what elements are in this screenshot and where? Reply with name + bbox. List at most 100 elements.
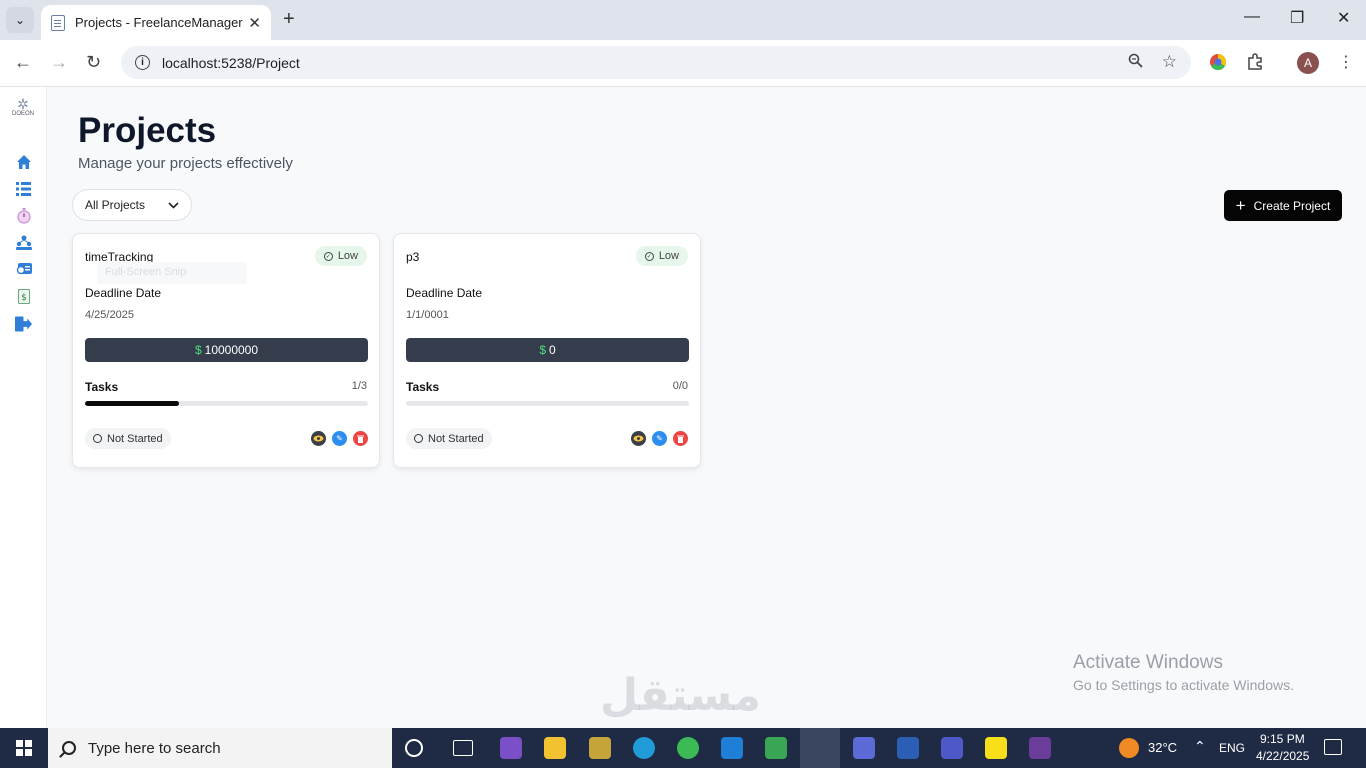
page-subtitle: Manage your projects effectively [78, 155, 293, 172]
teams-icon[interactable] [853, 737, 875, 759]
teams-work-icon[interactable] [941, 737, 963, 759]
chevron-down-icon [168, 198, 179, 212]
logo-star-icon: ✲ [17, 96, 29, 112]
browser-toolbar: ← → ↻ i localhost:5238/Project ☆ ⋮ [0, 40, 1366, 87]
vscode-icon[interactable] [721, 737, 743, 759]
word-icon[interactable] [897, 737, 919, 759]
weather-icon[interactable] [1119, 738, 1139, 758]
main-content: Projects Manage your projects effectivel… [48, 87, 1366, 728]
delete-trash-icon[interactable] [353, 431, 368, 446]
clock-time: 9:15 PM [1260, 732, 1305, 746]
profile-avatar[interactable]: A [1297, 52, 1319, 74]
projects-list-icon[interactable] [15, 180, 32, 197]
close-window-icon[interactable]: ✕ [1337, 8, 1350, 28]
site-info-icon[interactable]: i [135, 55, 150, 70]
url-text: localhost:5238/Project [162, 54, 300, 71]
tasks-label: Tasks [85, 380, 119, 394]
profile-card-icon[interactable] [15, 261, 32, 278]
edit-pencil-icon[interactable]: ✎ [652, 431, 667, 446]
chevron-up-icon[interactable]: ⌃ [1194, 738, 1206, 755]
browser-menu-icon[interactable]: ⋮ [1338, 52, 1354, 72]
address-bar[interactable]: i localhost:5238/Project ☆ [121, 46, 1191, 79]
status-label: Not Started [107, 432, 163, 445]
chrome-profile-icon[interactable] [677, 737, 699, 759]
app-sidebar: ✲ DOEON $ [0, 87, 47, 728]
bookmark-star-icon[interactable]: ☆ [1162, 52, 1177, 72]
priority-badge: ✓ Low [314, 246, 367, 266]
restore-window-icon[interactable]: ❐ [1290, 8, 1304, 28]
project-card[interactable]: timeTracking Full-Screen Snip ✓ Low Dead… [72, 233, 380, 468]
tab-title: Projects - FreelanceManager [75, 15, 243, 30]
temperature-text: 32°C [1148, 740, 1178, 755]
status-label: Not Started [428, 432, 484, 445]
card-actions: ✎ [631, 431, 688, 446]
priority-label: Low [658, 250, 679, 262]
clock-date: 4/22/2025 [1256, 749, 1310, 763]
extension-chrome-icon[interactable] [1209, 53, 1227, 76]
notifications-icon[interactable] [1324, 739, 1342, 755]
status-clock-icon [414, 434, 423, 443]
dollar-icon: $ [194, 343, 202, 357]
home-icon[interactable] [15, 153, 32, 170]
close-tab-icon[interactable]: ✕ [248, 14, 261, 32]
page-favicon-icon [51, 14, 65, 31]
delete-trash-icon[interactable] [673, 431, 688, 446]
deadline-date: 4/25/2025 [85, 309, 134, 321]
edit-pencil-icon[interactable]: ✎ [332, 431, 347, 446]
forward-arrow-icon[interactable]: → [50, 52, 68, 73]
invoice-icon[interactable]: $ [15, 288, 32, 305]
logout-icon[interactable] [15, 315, 32, 332]
tab-search-dropdown[interactable]: ⌄ [6, 7, 34, 33]
new-tab-button[interactable]: + [283, 8, 295, 31]
stopwatch-icon[interactable] [15, 207, 32, 224]
snip-overlay-text: Full-Screen Snip [97, 262, 247, 284]
cortana-icon[interactable] [405, 739, 423, 757]
visual-studio-icon[interactable] [500, 737, 522, 759]
project-filter-select[interactable]: All Projects [72, 189, 192, 221]
windows-start-icon[interactable] [16, 740, 32, 756]
create-project-label: Create Project [1253, 198, 1331, 213]
minimize-window-icon[interactable]: — [1244, 8, 1260, 26]
zoom-icon[interactable] [1128, 53, 1143, 73]
deadline-label: Deadline Date [406, 286, 483, 300]
sticky-notes-icon[interactable] [985, 737, 1007, 759]
tasks-progress-fill [85, 401, 180, 406]
tasks-progress-bar [406, 401, 689, 406]
deadline-label: Deadline Date [85, 286, 162, 300]
view-eye-icon[interactable] [311, 431, 326, 446]
view-eye-icon[interactable] [631, 431, 646, 446]
priority-label: Low [337, 250, 358, 262]
project-name: p3 [406, 250, 420, 264]
tasks-progress-bar [85, 401, 368, 406]
activate-windows-subtitle: Go to Settings to activate Windows. [1073, 677, 1294, 693]
priority-badge: ✓ Low [635, 246, 688, 266]
store-icon[interactable] [765, 737, 787, 759]
project-card[interactable]: p3 ✓ Low Deadline Date 1/1/0001 $ 0 Task… [393, 233, 701, 468]
reload-icon[interactable]: ↻ [86, 52, 101, 73]
back-arrow-icon[interactable]: ← [14, 52, 32, 73]
budget-value: 10000000 [204, 343, 259, 357]
language-indicator[interactable]: ENG [1219, 741, 1245, 755]
extensions-puzzle-icon[interactable] [1246, 53, 1264, 76]
file-explorer-icon[interactable] [544, 737, 566, 759]
create-project-button[interactable]: + Create Project [1224, 190, 1342, 221]
clients-network-icon[interactable] [15, 234, 32, 251]
task-view-icon[interactable] [453, 740, 473, 756]
tasks-count: 1/3 [351, 380, 367, 392]
snipping-tool-icon[interactable] [589, 737, 611, 759]
logo-text: DOEON [11, 111, 34, 117]
filter-selected-value: All Projects [85, 198, 146, 212]
app-logo: ✲ DOEON [8, 97, 38, 121]
budget-value: 0 [549, 343, 556, 357]
budget-bar: $ 0 [406, 338, 689, 362]
activate-windows-title: Activate Windows [1073, 652, 1223, 673]
terminal-icon[interactable] [1029, 737, 1051, 759]
windows-taskbar: Type here to search 32°C ⌃ ENG 9:15 PM 4… [0, 728, 1366, 768]
priority-clock-icon: ✓ [323, 251, 333, 261]
taskbar-search-box[interactable]: Type here to search [48, 728, 392, 768]
edge-browser-icon[interactable] [633, 737, 655, 759]
svg-text:$: $ [21, 293, 27, 303]
chrome-active-icon[interactable] [800, 728, 840, 768]
plus-icon: + [1235, 196, 1246, 215]
browser-tab-projects[interactable]: Projects - FreelanceManager ✕ [41, 5, 271, 40]
